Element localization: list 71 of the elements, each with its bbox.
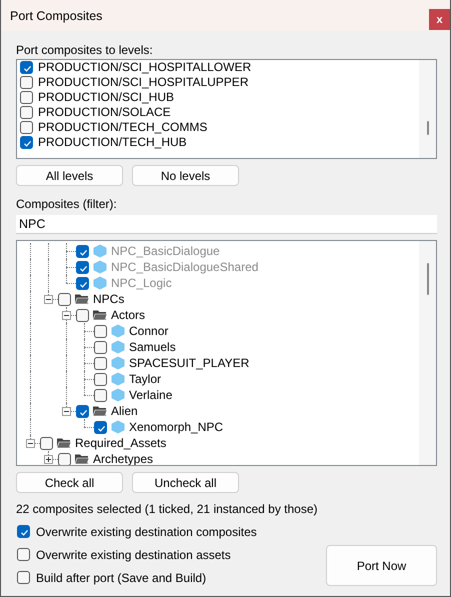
hexagon-icon bbox=[110, 372, 126, 386]
tree-checkbox[interactable] bbox=[94, 324, 107, 338]
hexagon-icon bbox=[92, 244, 108, 258]
tree-checkbox[interactable] bbox=[76, 260, 89, 274]
tree-item[interactable]: Alien bbox=[111, 403, 138, 419]
levels-label: Port composites to levels: bbox=[16, 43, 154, 57]
tree-checkbox[interactable] bbox=[94, 356, 107, 370]
tree-item[interactable]: NPCs bbox=[93, 291, 124, 307]
option-checkbox[interactable] bbox=[17, 525, 30, 538]
hexagon-icon bbox=[92, 276, 108, 290]
tree-item[interactable]: Required_Assets bbox=[75, 435, 166, 451]
hexagon-icon bbox=[110, 356, 126, 370]
option-checkbox[interactable] bbox=[17, 548, 30, 561]
level-checkbox[interactable] bbox=[20, 106, 33, 119]
hexagon-icon bbox=[110, 324, 126, 338]
tree-checkbox[interactable] bbox=[76, 404, 89, 418]
level-item[interactable]: PRODUCTION/SOLACE bbox=[38, 105, 171, 120]
tree-item[interactable]: Xenomorph_NPC bbox=[129, 419, 224, 435]
level-item[interactable]: PRODUCTION/SCI_HUB bbox=[38, 90, 174, 105]
collapse-icon[interactable] bbox=[26, 439, 35, 448]
tree-item[interactable]: Verlaine bbox=[129, 387, 172, 403]
tree-item[interactable]: Actors bbox=[111, 307, 146, 323]
level-checkbox[interactable] bbox=[20, 91, 33, 104]
tree-checkbox[interactable] bbox=[76, 244, 89, 258]
level-checkbox[interactable] bbox=[20, 136, 33, 149]
close-button[interactable]: x bbox=[429, 9, 450, 30]
level-item[interactable]: PRODUCTION/SCI_HOSPITALLOWER bbox=[38, 60, 252, 75]
tree-item[interactable]: SPACESUIT_PLAYER bbox=[129, 355, 250, 371]
tree-checkbox[interactable] bbox=[40, 436, 53, 450]
collapse-icon[interactable] bbox=[62, 311, 71, 320]
level-checkbox[interactable] bbox=[20, 76, 33, 89]
tree-checkbox[interactable] bbox=[76, 276, 89, 290]
tree-checkbox[interactable] bbox=[58, 292, 71, 306]
filter-field[interactable]: NPC bbox=[16, 215, 437, 234]
tree-checkbox[interactable] bbox=[58, 452, 71, 465]
option-label[interactable]: Overwrite existing destination composites bbox=[36, 524, 257, 538]
collapse-icon[interactable] bbox=[62, 407, 71, 416]
tree-button[interactable]: Check all bbox=[16, 472, 123, 493]
folder-icon bbox=[92, 404, 108, 418]
level-item[interactable]: PRODUCTION/SCI_HOSPITALUPPER bbox=[38, 75, 248, 90]
expand-icon[interactable] bbox=[44, 455, 53, 464]
tree-item[interactable]: Samuels bbox=[129, 339, 176, 355]
level-checkbox[interactable] bbox=[20, 61, 33, 74]
folder-icon bbox=[92, 308, 108, 322]
levels-button[interactable]: No levels bbox=[132, 165, 239, 186]
selection-summary: 22 composites selected (1 ticked, 21 instanced by those) bbox=[16, 502, 318, 516]
tree-item[interactable]: Taylor bbox=[129, 371, 162, 387]
tree-checkbox[interactable] bbox=[94, 372, 107, 386]
level-item[interactable]: PRODUCTION/TECH_HUB bbox=[38, 135, 187, 150]
tree-checkbox[interactable] bbox=[76, 308, 89, 322]
level-checkbox[interactable] bbox=[20, 121, 33, 134]
tree-checkbox[interactable] bbox=[94, 340, 107, 354]
levels-button[interactable]: All levels bbox=[16, 165, 123, 186]
level-item[interactable]: PRODUCTION/TECH_COMMS bbox=[38, 120, 208, 135]
folder-icon bbox=[74, 292, 90, 306]
window-title: Port Composites bbox=[10, 8, 102, 22]
collapse-icon[interactable] bbox=[44, 295, 53, 304]
option-label[interactable]: Overwrite existing destination assets bbox=[36, 548, 231, 562]
port-now-button[interactable]: Port Now bbox=[326, 545, 437, 586]
tree-button[interactable]: Uncheck all bbox=[132, 472, 239, 493]
option-checkbox[interactable] bbox=[17, 571, 30, 584]
hexagon-icon bbox=[110, 420, 126, 434]
tree-checkbox[interactable] bbox=[94, 388, 107, 402]
tree-item[interactable]: Connor bbox=[129, 323, 168, 339]
option-label[interactable]: Build after port (Save and Build) bbox=[36, 570, 206, 584]
hexagon-icon bbox=[110, 388, 126, 402]
hexagon-icon bbox=[110, 340, 126, 354]
folder-icon bbox=[56, 436, 72, 450]
hexagon-icon bbox=[92, 260, 108, 274]
tree-checkbox[interactable] bbox=[94, 420, 107, 434]
filter-label: Composites (filter): bbox=[16, 197, 118, 211]
